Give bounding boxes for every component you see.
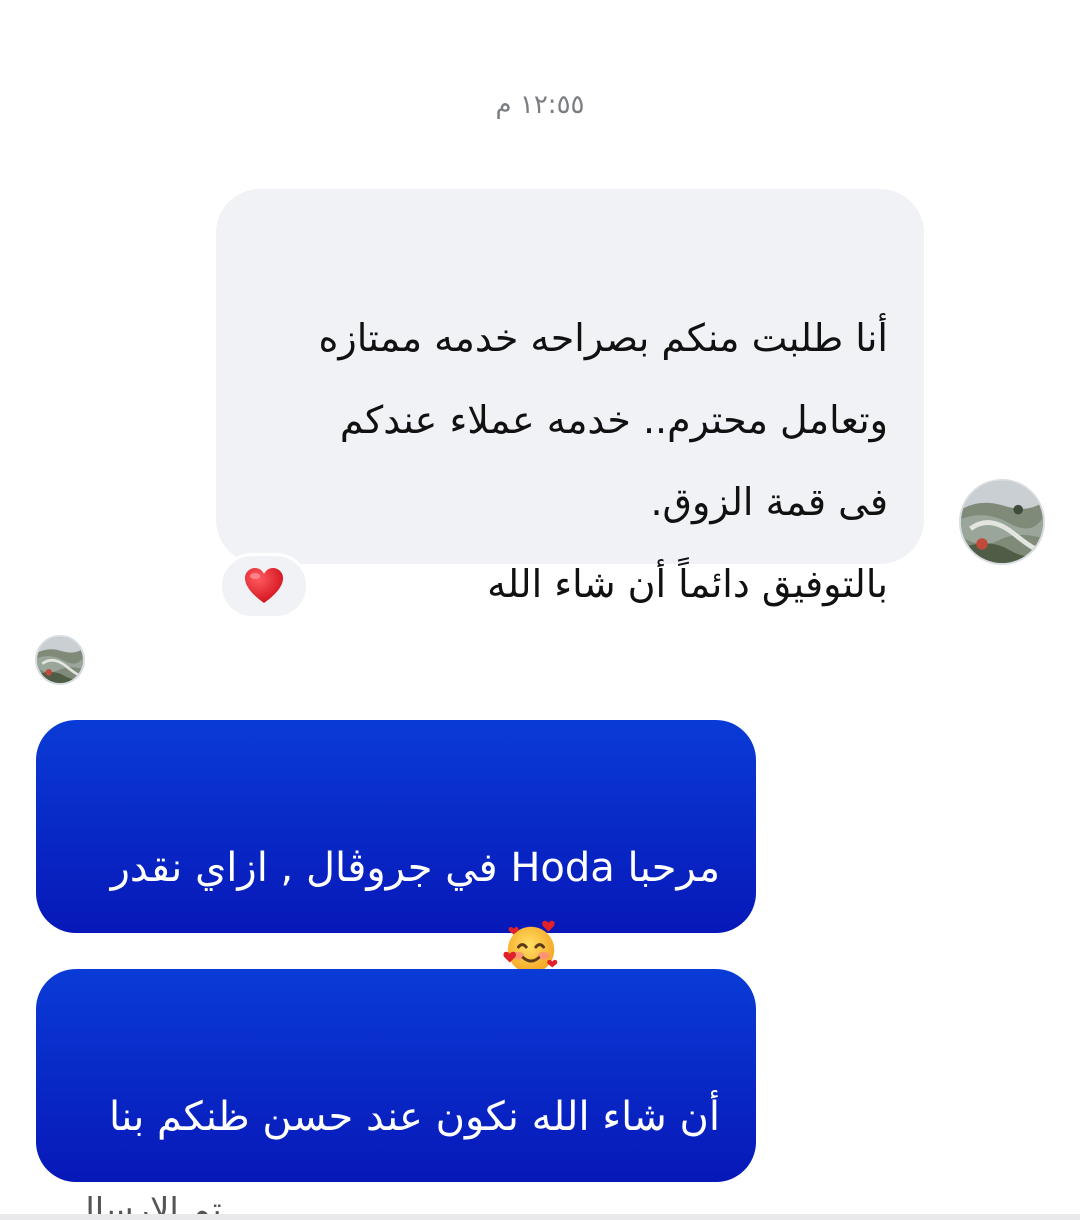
business-avatar[interactable] — [35, 635, 85, 685]
outgoing-message-bubble[interactable]: مرحبا Hoda في جروڤال , ازاي نقدر نساعدك؟ — [36, 720, 756, 975]
incoming-message-bubble[interactable]: أنا طلبت منكم بصراحه خدمه ممتازه وتعامل … — [216, 189, 924, 606]
outgoing-message-text: مرحبا Hoda في جروڤال , ازاي نقدر نساعدك؟ — [110, 845, 720, 975]
outgoing-message-bubble[interactable]: أن شاء الله نكون عند حسن ظنكم بنا دايما … — [36, 969, 756, 1220]
incoming-message-text: أنا طلبت منكم بصراحه خدمه ممتازه وتعامل … — [318, 316, 888, 606]
bottom-divider — [0, 1214, 1080, 1220]
heart-icon — [245, 568, 283, 603]
message-timestamp: ١٢:٥٥ م — [495, 90, 585, 120]
sender-avatar[interactable] — [959, 479, 1045, 565]
chat-screen: ١٢:٥٥ م أنا طلبت منكم بصراحه خدمه ممتازه… — [0, 0, 1080, 1220]
message-reaction[interactable] — [219, 553, 309, 619]
